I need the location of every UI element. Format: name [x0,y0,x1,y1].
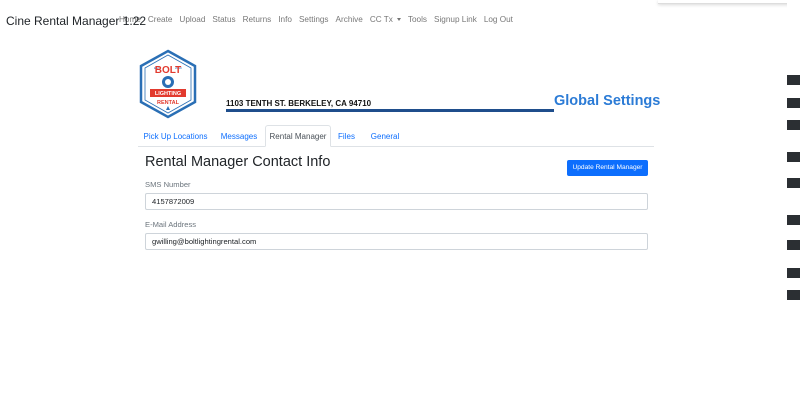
edge-block [787,75,800,85]
store-address: 1103 TENTH ST. BERKELEY, CA 94710 [226,99,372,108]
edge-block [787,178,800,188]
logo-bottom-text: RENTAL [157,100,180,106]
logo-mid-text: LIGHTING [155,91,181,97]
email-address-input[interactable] [145,233,648,250]
right-edge-strip [787,0,800,414]
edge-block [787,152,800,162]
nav-log-out[interactable]: Log Out [484,15,513,24]
edge-block [787,240,800,250]
nav-cc-tx-label: CC Tx [369,15,393,24]
tab-general[interactable]: General [365,125,405,147]
edge-block [787,98,800,108]
nav-signup-link[interactable]: Signup Link [434,15,477,24]
top-navbar: Cine Rental Manager 1.22 Home Create Upl… [0,0,658,40]
caret-down-icon [396,18,401,22]
nav-status[interactable]: Status [212,15,235,24]
nav-cc-tx-dropdown[interactable]: CC Tx [370,15,401,24]
overlay-edge [658,0,800,4]
section-title: Rental Manager Contact Info [145,154,331,170]
nav-tools[interactable]: Tools [408,15,427,24]
nav-returns[interactable]: Returns [243,15,272,24]
sms-number-label: SMS Number [145,180,191,189]
nav-upload[interactable]: Upload [179,15,205,24]
edge-block [787,215,800,225]
nav-create[interactable]: Create [148,15,173,24]
edge-block [787,120,800,130]
bolt-lighting-rental-logo: EST. 2019 BOLT LIGHTING RENTAL [139,49,197,119]
edge-block [787,290,800,300]
email-address-label: E-Mail Address [145,220,197,229]
tab-pick-up-locations[interactable]: Pick Up Locations [138,125,213,147]
main-nav: Home Create Upload Status Returns Info S… [119,15,520,24]
tab-messages[interactable]: Messages [216,125,262,147]
update-rental-manager-button[interactable]: Update Rental Manager [567,160,648,176]
edge-block [787,268,800,278]
nav-home[interactable]: Home [119,15,141,24]
sms-number-input[interactable] [145,193,648,210]
nav-settings[interactable]: Settings [299,15,329,24]
page-title: Global Settings [554,93,661,109]
address-underline [226,109,554,112]
tab-files[interactable]: Files [334,125,359,147]
settings-tabs: Pick Up Locations Messages Rental Manage… [138,125,654,147]
logo-top-text: BOLT [155,65,181,76]
tab-rental-manager[interactable]: Rental Manager [265,125,331,147]
nav-archive[interactable]: Archive [336,15,363,24]
nav-info[interactable]: Info [278,15,292,24]
